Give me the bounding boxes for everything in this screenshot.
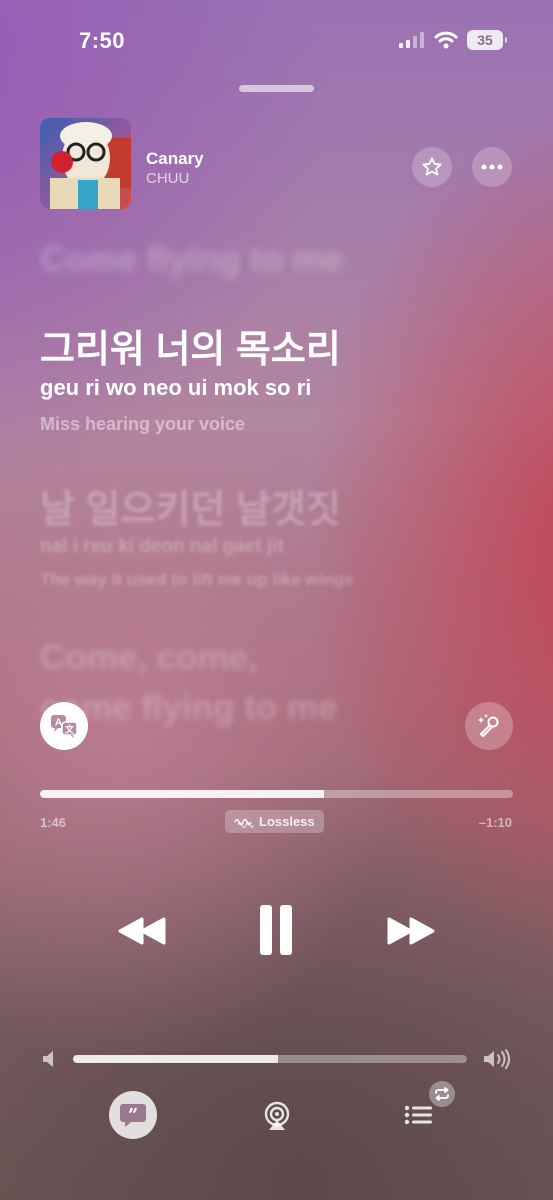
lyric-romanization-current: geu ri wo neo ui mok so ri xyxy=(40,375,312,400)
elapsed-time: 1:46 xyxy=(40,815,67,830)
pause-icon xyxy=(260,905,292,955)
rewind-icon xyxy=(118,917,166,945)
song-artist[interactable]: CHUU xyxy=(146,170,189,187)
speaker-low-icon xyxy=(42,1050,56,1073)
lossless-wave-icon xyxy=(234,818,254,828)
lyric-line-current[interactable]: 그리워 너의 목소리 xyxy=(40,318,341,373)
repeat-badge[interactable] xyxy=(429,1081,455,1107)
microphone-sparkles-icon xyxy=(478,714,499,737)
lyric-line-next[interactable]: 날 일으키던 날갯짓 xyxy=(40,478,341,533)
sheet-grabber[interactable] xyxy=(239,85,314,92)
svg-text:文: 文 xyxy=(64,724,75,736)
lyrics-button[interactable]: ” xyxy=(109,1091,157,1139)
lyric-romanization-next: nal i reu ki deon nal gaet jit xyxy=(40,536,284,557)
star-icon xyxy=(422,157,442,176)
battery-indicator: 35 xyxy=(467,30,507,50)
more-icon xyxy=(481,164,503,170)
sing-button[interactable] xyxy=(465,702,513,750)
previous-track-button[interactable] xyxy=(113,905,171,957)
status-time: 7:50 xyxy=(79,28,126,53)
svg-text:A: A xyxy=(55,718,62,729)
next-track-button[interactable] xyxy=(382,905,440,957)
home-indicator-area xyxy=(0,1196,553,1200)
lossless-label: Lossless xyxy=(259,814,315,829)
song-title[interactable]: Canary xyxy=(146,149,204,169)
queue-list-icon xyxy=(404,1105,432,1125)
translate-button[interactable]: A 文 xyxy=(40,702,88,750)
more-options-button[interactable] xyxy=(472,147,512,187)
playback-scrubber[interactable] xyxy=(40,790,513,798)
volume-slider[interactable] xyxy=(73,1055,467,1063)
album-artwork[interactable] xyxy=(40,118,131,209)
lyric-translation-current: Miss hearing your voice xyxy=(40,414,246,434)
pause-button[interactable] xyxy=(252,900,300,960)
volume-fill xyxy=(73,1055,278,1063)
repeat-icon xyxy=(435,1087,449,1101)
svg-text:”: ” xyxy=(128,1105,138,1126)
lossless-badge[interactable]: Lossless xyxy=(225,810,324,833)
speaker-high-icon xyxy=(483,1049,511,1074)
translate-icon: A 文 xyxy=(51,715,78,738)
album-artwork-image xyxy=(40,118,131,209)
favorite-button[interactable] xyxy=(412,147,452,187)
lyric-line-previous[interactable]: Come flying to me xyxy=(40,240,343,280)
airplay-button[interactable] xyxy=(259,1098,295,1134)
fast-forward-icon xyxy=(387,917,435,945)
lyrics-quote-icon: ” xyxy=(120,1104,146,1127)
lyric-translation-next: The way it used to lift me up like wings xyxy=(40,570,354,589)
queue-button[interactable] xyxy=(404,1102,436,1130)
lyric-line-after-1[interactable]: Come, come, xyxy=(40,638,258,678)
playback-progress-fill xyxy=(40,790,324,798)
wifi-icon xyxy=(434,31,458,49)
status-icons: 35 xyxy=(399,30,507,50)
remaining-time: –1:10 xyxy=(478,815,512,830)
cellular-signal-icon xyxy=(399,32,424,48)
airplay-icon xyxy=(264,1101,290,1130)
